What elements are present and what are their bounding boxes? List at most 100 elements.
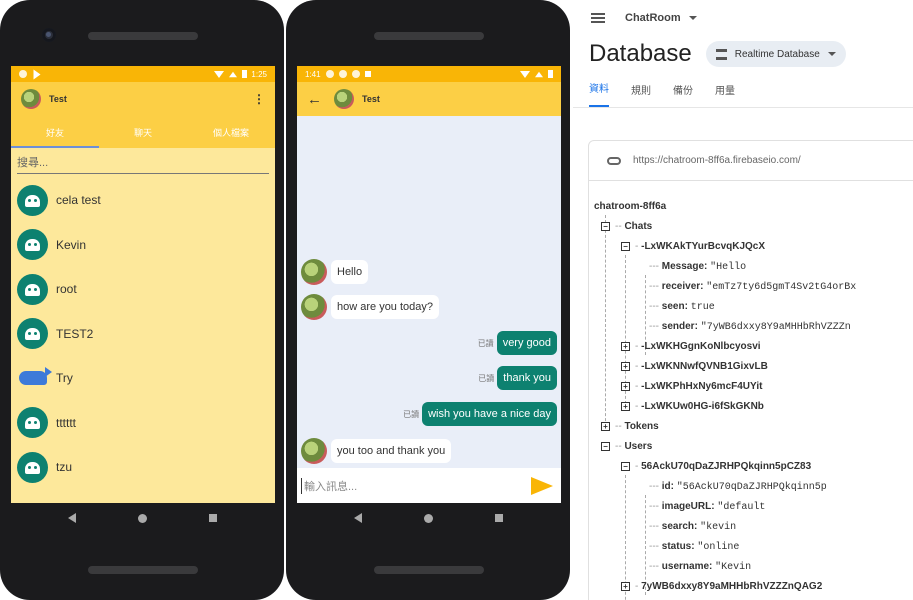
tree-node-chat[interactable]: - -LxWKNNwfQVNB1GixvLB [635,361,768,372]
tree-field[interactable]: --- id: "56AckU70qDaZJRHPQkqinn5p [649,481,827,493]
back-icon[interactable] [67,513,76,523]
recents-icon[interactable] [494,514,503,522]
more-menu-icon[interactable]: ⋮ [253,92,265,106]
tree-node-users[interactable]: -- Users [615,441,652,452]
tree-field[interactable]: --- search: "kevin [649,521,736,533]
avatar[interactable] [334,89,354,109]
app-bar: ← Test [297,82,561,116]
avatar [301,438,327,464]
expand-icon[interactable]: + [621,342,630,351]
tab-backups[interactable]: 備份 [673,82,693,107]
tree-field[interactable]: --- status: "online [649,541,739,553]
top-bar: ChatRoom [573,0,913,36]
database-url-row: https://chatroom-8ff6a.firebaseio.com/ [589,141,913,181]
message-bubble: wish you have a nice day [422,402,557,426]
tab-friends[interactable]: 好友 [11,116,99,148]
android-nav-bar [286,503,570,533]
project-name: ChatRoom [625,12,681,24]
collapse-icon[interactable]: − [621,462,630,471]
message-compose-bar: 輸入訊息... [297,468,561,503]
friend-name: root [56,282,77,297]
phone-right: 1:41 ← Test Hello how are you today? 已讀 … [286,0,570,600]
friend-name: tttttt [56,415,77,430]
tree-field[interactable]: --- username: "Kevin [649,561,751,573]
status-square-icon [364,71,371,77]
home-icon[interactable] [423,513,433,523]
tree-node-user[interactable]: - 56AckU70qDaZJRHPQkqinn5pCZ83 [635,461,811,472]
expand-icon[interactable]: + [621,402,630,411]
tab-data[interactable]: 資料 [589,80,609,107]
tree-connector [605,215,606,431]
tab-rules[interactable]: 規則 [631,82,651,107]
back-icon[interactable] [353,513,362,523]
tree-root[interactable]: chatroom-8ff6a [594,201,666,212]
tree-node-tokens[interactable]: -- Tokens [615,421,659,432]
database-tabs: 資料 規則 備份 用量 [573,72,913,108]
battery-icon [548,70,553,78]
menu-icon[interactable] [591,13,605,23]
search-input[interactable]: 搜尋... [17,148,269,174]
home-icon[interactable] [137,513,147,523]
tab-chats[interactable]: 聊天 [99,116,187,148]
tree-field[interactable]: --- seen: true [649,301,715,313]
tab-usage[interactable]: 用量 [715,82,735,107]
camera [42,28,56,42]
list-item[interactable]: Try [17,356,269,401]
tree-field[interactable]: --- receiver: "emTz7ty6d5gmT4Sv2tG4orBx [649,281,856,293]
list-item[interactable]: root [17,267,269,312]
message-incoming: how are you today? [301,294,440,320]
bottom-speaker [374,566,484,574]
tree-field[interactable]: --- Message: "Hello [649,261,746,273]
status-bar: 1:25 [11,66,275,82]
project-selector[interactable]: ChatRoom [625,12,697,24]
message-bubble: how are you today? [331,295,440,319]
tab-bar: 好友 聊天 個人檔案 [11,116,275,148]
collapse-icon[interactable]: − [601,442,610,451]
avatar [301,259,327,285]
earpiece [88,32,198,40]
list-item[interactable]: tzu [17,445,269,490]
list-item[interactable]: TEST2 [17,312,269,357]
list-item[interactable]: Kevin [17,223,269,268]
phone-right-screen: 1:41 ← Test Hello how are you today? 已讀 … [297,66,561,503]
app-title: Test [49,94,67,104]
tree-node-user[interactable]: - 7yWB6dxxy8Y9aMHHbRhVZZZnQAG2 [635,581,822,592]
status-circle-icon [19,70,27,78]
page-title: Database [589,40,692,67]
android-avatar-icon [17,273,48,305]
tree-node-chat[interactable]: - -LxWKUw0HG-i6fSkGKNb [635,401,764,412]
link-icon [607,156,621,165]
message-bubble: Hello [331,260,369,284]
send-icon[interactable] [531,476,553,495]
tree-node-chats[interactable]: -- Chats [615,221,652,232]
settings-icon [325,70,334,78]
avatar[interactable] [21,89,41,109]
list-item[interactable]: tttttt [17,401,269,446]
tab-profile[interactable]: 個人檔案 [187,116,275,148]
list-item[interactable]: cela test [17,178,269,223]
back-arrow-icon[interactable]: ← [307,91,322,108]
chevron-down-icon [688,16,697,21]
expand-icon[interactable]: + [601,422,610,431]
tree-field[interactable]: --- sender: "7yWB6dxxy8Y9aMHHbRhVZZZn [649,321,851,333]
message-input[interactable]: 輸入訊息... [301,477,531,494]
expand-icon[interactable]: + [621,362,630,371]
message-bubble: very good [496,331,557,355]
friend-name: Kevin [56,237,87,252]
bottom-speaker [88,566,198,574]
expand-icon[interactable]: + [621,382,630,391]
database-selector[interactable]: Realtime Database [705,41,846,67]
tree-node-chat[interactable]: - -LxWKHGgnKoNlbcyosvi [635,341,761,352]
status-time: 1:41 [305,69,321,79]
tree-node-chat[interactable]: - -LxWKAkTYurBcvqKJQcX [635,241,765,252]
recents-icon[interactable] [208,514,217,522]
collapse-icon[interactable]: − [621,242,630,251]
tree-field[interactable]: --- imageURL: "default [649,501,765,513]
database-url[interactable]: https://chatroom-8ff6a.firebaseio.com/ [633,155,801,166]
friend-name: TEST2 [56,326,94,341]
database-icon [715,48,727,60]
expand-icon[interactable]: + [621,582,630,591]
collapse-icon[interactable]: − [601,222,610,231]
tree-node-chat[interactable]: - -LxWKPhHxNy6mcF4UYit [635,381,762,392]
read-receipt: 已讀 [403,409,420,419]
